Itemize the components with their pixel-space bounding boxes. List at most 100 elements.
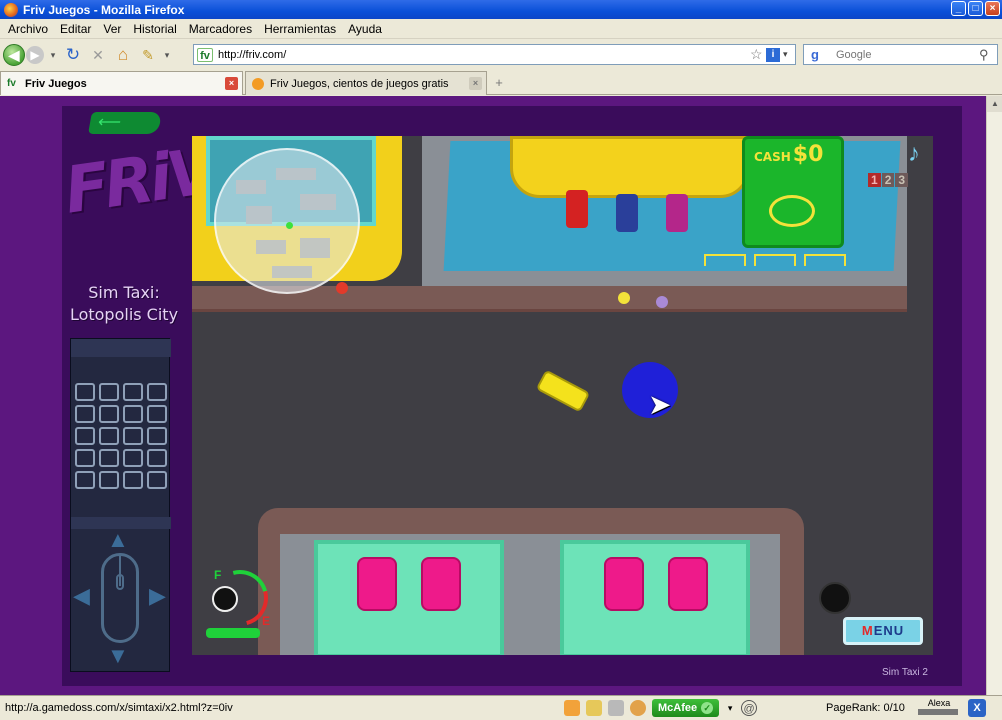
home-icon[interactable]: ⌂	[112, 44, 134, 66]
bookmark-edit-icon[interactable]: ✎	[137, 44, 159, 66]
star-icon[interactable]: ☆	[750, 46, 766, 63]
firefox-window: Friv Juegos - Mozilla Firefox _ □ × Arch…	[0, 0, 1002, 720]
tab-close-icon[interactable]: ×	[225, 77, 238, 90]
page-2[interactable]: 2	[881, 173, 895, 187]
page-content: ⟵ FRiV Sim Taxi: Lotopolis City ▲ ◀ ▶ ▼ …	[0, 96, 1002, 695]
game-menu-button[interactable]: MENU	[843, 617, 923, 645]
mouse-cursor-icon: ➤	[648, 389, 672, 420]
tab-friv-juegos[interactable]: fv Friv Juegos ×	[0, 71, 243, 95]
menu-historial[interactable]: Historial	[127, 22, 182, 36]
mouse-icon	[101, 553, 139, 643]
at-icon[interactable]: @	[741, 700, 758, 716]
pink-seat	[668, 557, 708, 611]
mcafee-label: McAfee	[658, 702, 698, 714]
menu-marcadores[interactable]: Marcadores	[183, 22, 258, 36]
search-icon[interactable]: ⚲	[979, 47, 997, 63]
music-toggle-icon[interactable]: ♪	[908, 140, 920, 168]
arrow-left-icon: ◀	[73, 583, 90, 608]
alexa-label: Alexa	[927, 698, 951, 708]
title-bar: Friv Juegos - Mozilla Firefox _ □ ×	[0, 0, 1002, 19]
keyboard-illustration	[71, 383, 171, 493]
toolbar-dropdown-icon[interactable]: ▾	[162, 44, 172, 66]
wrench-icon	[206, 628, 260, 638]
pedestrian	[336, 282, 348, 294]
vertical-scrollbar[interactable]: ▲	[986, 96, 1002, 695]
bench	[804, 254, 846, 266]
search-input[interactable]	[836, 48, 979, 61]
stop-icon[interactable]: ✕	[87, 44, 109, 66]
notes-icon[interactable]	[564, 700, 580, 716]
fuel-empty-label: E	[262, 614, 271, 628]
building-bottom-right	[560, 540, 750, 655]
reload-icon[interactable]: ↻	[62, 44, 84, 66]
info-icon[interactable]: i	[766, 47, 780, 62]
back-button[interactable]: ◀	[3, 44, 25, 66]
status-bar: http://a.gamedoss.com/x/simtaxi/x2.html?…	[0, 695, 1002, 720]
back-arrow-button[interactable]: ⟵	[88, 112, 162, 134]
pencil-icon[interactable]	[586, 700, 602, 716]
tab-bar: fv Friv Juegos × Friv Juegos, cientos de…	[0, 71, 1002, 95]
menu-bar: Archivo Editar Ver Historial Marcadores …	[0, 19, 1002, 39]
menu-editar[interactable]: Editar	[54, 22, 97, 36]
window-title: Friv Juegos - Mozilla Firefox	[23, 2, 185, 17]
new-tab-button[interactable]: +	[487, 71, 511, 95]
mcafee-button[interactable]: McAfee ✓	[652, 699, 720, 717]
bench	[704, 254, 746, 266]
game-canvas[interactable]: CASH$0 ➤ ♪ 1 2 3 F E MENU	[192, 136, 933, 655]
game-sidebar: ⟵ FRiV Sim Taxi: Lotopolis City ▲ ◀ ▶ ▼	[60, 106, 218, 676]
pink-seat	[421, 557, 461, 611]
menu-archivo[interactable]: Archivo	[2, 22, 54, 36]
pedestrian	[618, 292, 630, 304]
cash-value: $0	[792, 142, 824, 167]
minimize-button[interactable]: _	[951, 1, 966, 16]
url-bar[interactable]: fv http://friv.com/ ☆ i ▾	[193, 44, 796, 65]
pagerank: PageRank: 0/10	[826, 702, 905, 714]
building-bottom-left	[314, 540, 504, 655]
menu-ayuda[interactable]: Ayuda	[342, 22, 388, 36]
page-1[interactable]: 1	[868, 173, 881, 187]
friv-logo[interactable]: FRiV	[60, 135, 217, 274]
arrow-right-icon: ▶	[149, 583, 166, 608]
navigation-toolbar: ◀ ▶ ▾ ↻ ✕ ⌂ ✎ ▾ fv http://friv.com/ ☆ i …	[0, 40, 1002, 70]
gear-icon[interactable]	[608, 700, 624, 716]
site-favicon-icon: fv	[197, 47, 213, 62]
dropdown-icon[interactable]: ▾	[725, 700, 735, 716]
url-dropdown-icon[interactable]: ▾	[783, 49, 795, 60]
menu-ver[interactable]: Ver	[97, 22, 127, 36]
history-dropdown-icon[interactable]: ▾	[47, 44, 59, 66]
scroll-up-icon[interactable]: ▲	[987, 96, 1002, 112]
forward-button[interactable]: ▶	[26, 46, 44, 64]
shop-arrow-icon	[769, 195, 815, 227]
url-text[interactable]: http://friv.com/	[218, 49, 750, 61]
menu-herramientas[interactable]: Herramientas	[258, 22, 342, 36]
firefox-icon	[4, 2, 18, 17]
google-engine-icon[interactable]: g	[806, 47, 824, 63]
alexa-widget[interactable]: Alexa	[918, 698, 960, 715]
status-url: http://a.gamedoss.com/x/simtaxi/x2.html?…	[5, 702, 233, 714]
face-icon[interactable]	[630, 700, 646, 716]
game-title-line2: Lotopolis City	[69, 305, 179, 324]
red-car	[566, 190, 588, 228]
x-icon[interactable]: X	[968, 699, 986, 717]
close-button[interactable]: ×	[985, 1, 1000, 16]
driver-face-icon	[212, 586, 238, 612]
player-marker	[286, 222, 293, 229]
tab-close-icon[interactable]: ×	[469, 77, 482, 90]
game-title: Sim Taxi: Lotopolis City	[62, 282, 186, 326]
cash-label: CASH	[754, 150, 791, 164]
page-3[interactable]: 3	[895, 173, 909, 187]
level-pager: 123	[868, 173, 909, 187]
tab-label: Friv Juegos, cientos de juegos gratis	[270, 77, 449, 90]
pedestrian	[656, 296, 668, 308]
maximize-button[interactable]: □	[968, 1, 983, 16]
fuel-gauge: F E	[201, 559, 279, 637]
tab-favicon-icon	[252, 77, 264, 90]
controls-panel: ▲ ◀ ▶ ▼	[70, 338, 171, 672]
bomb-icon	[819, 582, 851, 614]
taxi-car	[535, 369, 591, 413]
game-title-line1: Sim Taxi:	[88, 283, 160, 302]
sim-taxi-2-link[interactable]: Sim Taxi 2	[882, 667, 928, 678]
search-bar[interactable]: g ⚲	[803, 44, 998, 65]
tab-friv-juegos-gratis[interactable]: Friv Juegos, cientos de juegos gratis ×	[245, 71, 487, 95]
gas-station-awning	[510, 136, 750, 198]
